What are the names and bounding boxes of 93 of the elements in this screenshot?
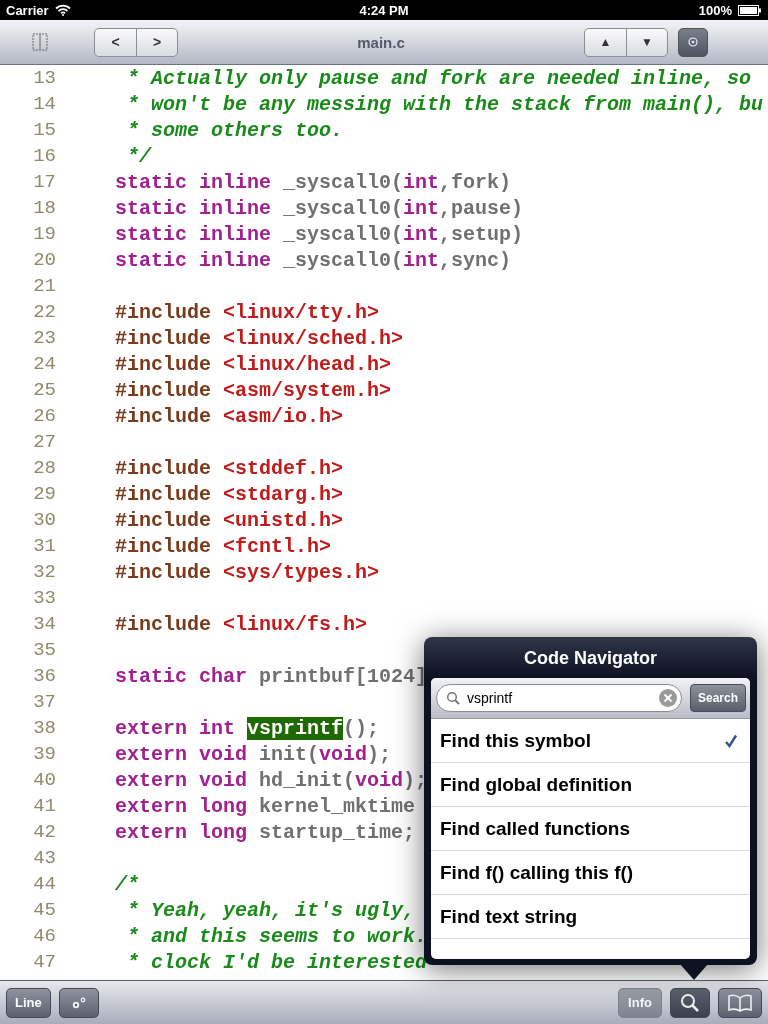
line-number: 43 — [32, 847, 56, 869]
line-button[interactable]: Line — [6, 987, 51, 1018]
line-number: 20 — [32, 249, 56, 271]
line-number: 47 — [32, 951, 56, 973]
line-number: 14 — [32, 93, 56, 115]
popover-arrow — [680, 964, 708, 980]
search-option[interactable]: Find this symbol — [431, 719, 750, 763]
target-button[interactable] — [678, 27, 708, 57]
line-number: 39 — [32, 743, 56, 765]
code-line: static inline _syscall0(int,fork) — [115, 170, 512, 194]
search-submit-button[interactable]: Search — [689, 684, 746, 712]
code-line: #include <linux/fs.h> — [115, 612, 368, 636]
line-number: 44 — [32, 873, 56, 895]
code-line: * some others too. — [126, 118, 344, 142]
line-number: 37 — [32, 691, 56, 713]
code-line: /* — [115, 872, 139, 896]
line-number: 19 — [32, 223, 56, 245]
line-number: 38 — [32, 717, 56, 739]
line-number: 23 — [32, 327, 56, 349]
code-line: #include <unistd.h> — [115, 508, 344, 532]
line-number: 32 — [32, 561, 56, 583]
line-number: 35 — [32, 639, 56, 661]
code-line: #include <asm/system.h> — [115, 378, 392, 402]
code-line: #include <fcntl.h> — [115, 534, 332, 558]
line-number: 34 — [32, 613, 56, 635]
code-line: static char printbuf[1024] — [115, 664, 428, 688]
book-button[interactable] — [718, 987, 762, 1018]
search-option[interactable]: Find global definition — [431, 763, 750, 807]
line-number: 46 — [32, 925, 56, 947]
line-number: 13 — [32, 67, 56, 89]
code-line: static inline _syscall0(int,setup) — [115, 222, 524, 246]
line-number: 33 — [32, 587, 56, 609]
code-line: * and this seems to work. — [126, 924, 428, 948]
carrier-name: Carrier — [6, 2, 49, 18]
popover-title: Code Navigator — [523, 647, 658, 670]
code-line: * Yeah, yeah, it's ugly, — [126, 898, 416, 922]
line-number: 15 — [32, 119, 56, 141]
search-option[interactable]: Find f() calling this f() — [431, 851, 750, 895]
history-nav-button[interactable]: > — [136, 28, 177, 56]
scroll-arrow-button[interactable]: ▲ — [585, 28, 626, 56]
line-number: 36 — [32, 665, 56, 687]
code-line: * clock I'd be interested — [126, 950, 428, 974]
search-option[interactable]: Find called functions — [431, 807, 750, 851]
clock-time: 4:24 PM — [359, 2, 409, 18]
wifi-icon — [54, 4, 71, 16]
search-icon — [679, 991, 701, 1014]
line-number: 30 — [32, 509, 56, 531]
line-number: 31 — [32, 535, 56, 557]
code-line: * Actually only pause and fork are needed inline, so — [126, 66, 752, 90]
line-number: 21 — [32, 275, 56, 297]
code-line: */ — [126, 144, 151, 168]
code-line: extern long kernel_mktime — [115, 794, 416, 818]
line-number: 18 — [32, 197, 56, 219]
code-line: extern int vsprintf(); — [115, 716, 380, 740]
line-number: 45 — [32, 899, 56, 921]
line-number: 28 — [32, 457, 56, 479]
file-title: main.c — [356, 33, 406, 51]
code-line: extern long startup_time; — [115, 820, 416, 844]
scroll-arrow-button[interactable]: ▼ — [626, 28, 667, 56]
line-number: 17 — [32, 171, 56, 193]
line-number: 27 — [32, 431, 56, 453]
code-line: extern void hd_init(void); — [115, 768, 428, 792]
code-line: #include <asm/io.h> — [115, 404, 344, 428]
target-icon — [688, 37, 698, 47]
book-icon — [727, 993, 753, 1012]
code-line: extern void init(void); — [115, 742, 392, 766]
battery-percent: 100% — [698, 2, 732, 18]
code-line: #include <sys/types.h> — [115, 560, 380, 584]
clear-icon[interactable] — [658, 689, 677, 707]
search-button[interactable] — [670, 987, 710, 1018]
line-number: 40 — [32, 769, 56, 791]
code-line: static inline _syscall0(int,sync) — [115, 248, 512, 272]
search-icon — [446, 691, 460, 705]
line-number: 25 — [32, 379, 56, 401]
line-number: 22 — [32, 301, 56, 323]
line-number: 16 — [32, 145, 56, 167]
search-option[interactable]: Find text string — [431, 895, 750, 939]
history-nav-button[interactable]: < — [95, 28, 136, 56]
line-number: 41 — [32, 795, 56, 817]
battery-icon — [738, 4, 762, 16]
line-number: 42 — [32, 821, 56, 843]
code-line: static inline _syscall0(int,pause) — [115, 196, 524, 220]
line-number: 29 — [32, 483, 56, 505]
code-line: #include <linux/tty.h> — [115, 300, 380, 324]
code-line: #include <stddef.h> — [115, 456, 344, 480]
code-line: * won't be any messing with the stack from main(), bu — [126, 92, 764, 116]
code-line: #include <linux/head.h> — [115, 352, 392, 376]
line-number: 26 — [32, 405, 56, 427]
search-field[interactable]: vsprintf — [436, 684, 682, 712]
code-line: #include <stdarg.h> — [115, 482, 344, 506]
settings-button[interactable] — [58, 987, 99, 1018]
line-number: 24 — [32, 353, 56, 375]
code-line: #include <linux/sched.h> — [115, 326, 404, 350]
